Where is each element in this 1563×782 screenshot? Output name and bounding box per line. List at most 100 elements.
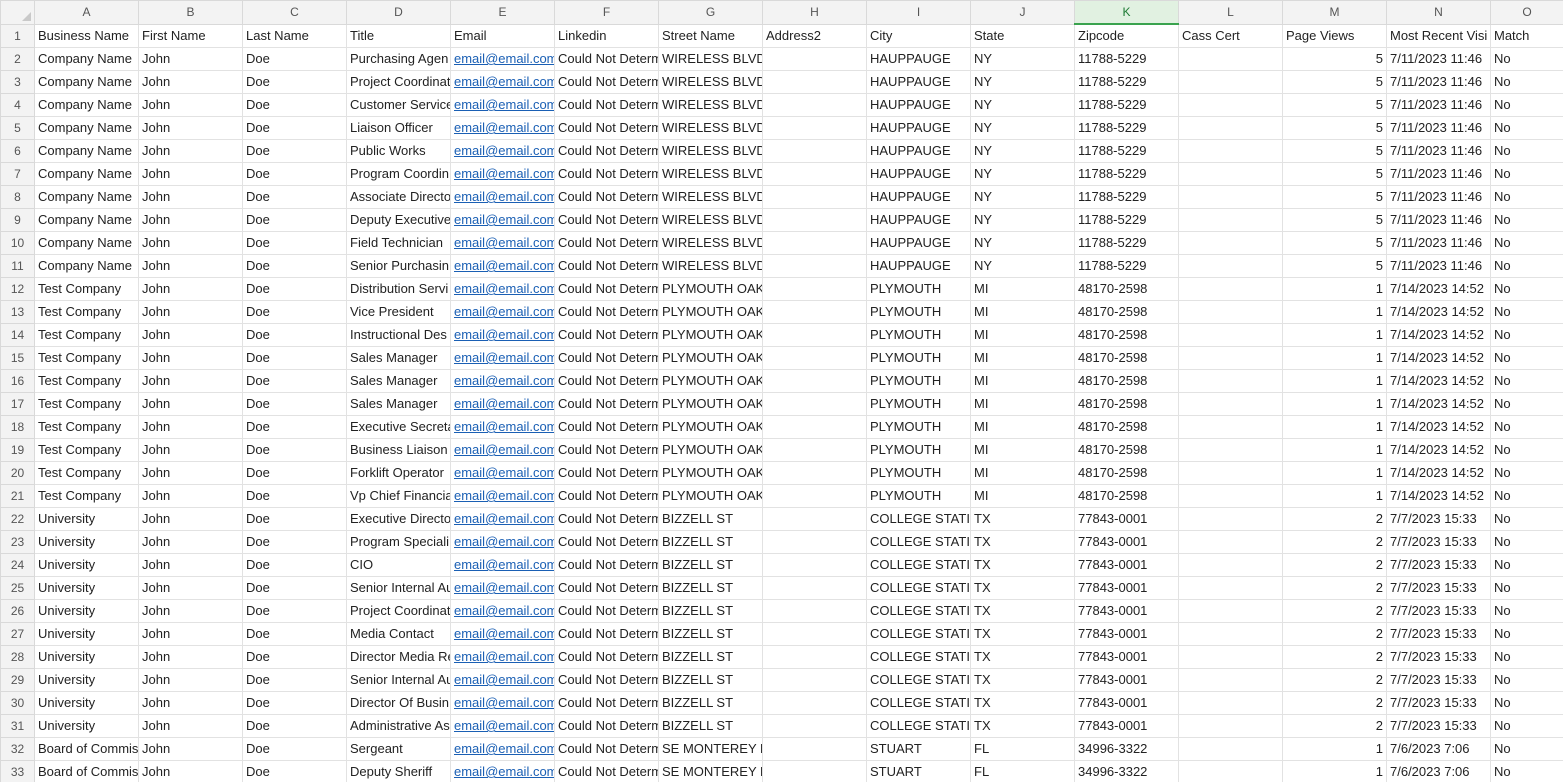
email-link[interactable]: email@email.com <box>454 74 554 89</box>
cell-j[interactable]: MI <box>970 277 1075 301</box>
cell-e[interactable]: email@email.com <box>450 714 555 738</box>
cell-d[interactable]: Purchasing Agen <box>346 47 451 71</box>
cell-i[interactable]: COLLEGE STATIO <box>866 714 971 738</box>
cell-j[interactable]: NY <box>970 231 1075 255</box>
cell-f[interactable]: Linkedin <box>554 23 659 48</box>
cell-f[interactable]: Could Not Determ <box>554 369 659 393</box>
cell-n[interactable]: 7/14/2023 14:52 <box>1386 484 1491 508</box>
cell-h[interactable] <box>762 231 867 255</box>
cell-e[interactable]: Email <box>450 23 555 48</box>
cell-k[interactable]: 77843-0001 <box>1074 507 1179 531</box>
cell-i[interactable]: COLLEGE STATIO <box>866 599 971 623</box>
cell-a[interactable]: Company Name <box>34 185 139 209</box>
cell-g[interactable]: Street Name <box>658 23 763 48</box>
cell-l[interactable] <box>1178 346 1283 370</box>
cell-j[interactable]: NY <box>970 162 1075 186</box>
cell-d[interactable]: Customer Service <box>346 93 451 117</box>
cell-b[interactable]: John <box>138 162 243 186</box>
cell-b[interactable]: John <box>138 691 243 715</box>
cell-h[interactable] <box>762 507 867 531</box>
cell-k[interactable]: 11788-5229 <box>1074 139 1179 163</box>
cell-k[interactable]: 11788-5229 <box>1074 93 1179 117</box>
cell-h[interactable] <box>762 714 867 738</box>
cell-j[interactable]: MI <box>970 392 1075 416</box>
cell-i[interactable]: COLLEGE STATIO <box>866 507 971 531</box>
cell-l[interactable] <box>1178 576 1283 600</box>
cell-a[interactable]: Company Name <box>34 139 139 163</box>
cell-f[interactable]: Could Not Determ <box>554 530 659 554</box>
cell-n[interactable]: 7/7/2023 15:33 <box>1386 576 1491 600</box>
cell-n[interactable]: 7/14/2023 14:52 <box>1386 461 1491 485</box>
cell-c[interactable]: Doe <box>242 185 347 209</box>
cell-l[interactable] <box>1178 760 1283 782</box>
cell-f[interactable]: Could Not Determ <box>554 760 659 782</box>
cell-c[interactable]: Doe <box>242 93 347 117</box>
cell-g[interactable]: PLYMOUTH OAKS BLVD <box>658 346 763 370</box>
cell-n[interactable]: 7/14/2023 14:52 <box>1386 369 1491 393</box>
cell-m[interactable]: 1 <box>1282 323 1387 347</box>
row-number[interactable]: 28 <box>0 645 35 669</box>
cell-g[interactable]: WIRELESS BLVD <box>658 162 763 186</box>
cell-n[interactable]: 7/7/2023 15:33 <box>1386 622 1491 646</box>
cell-c[interactable]: Doe <box>242 277 347 301</box>
row-number[interactable]: 11 <box>0 254 35 278</box>
cell-b[interactable]: John <box>138 185 243 209</box>
cell-c[interactable]: Doe <box>242 484 347 508</box>
cell-g[interactable]: WIRELESS BLVD <box>658 254 763 278</box>
cell-j[interactable]: NY <box>970 254 1075 278</box>
cell-g[interactable]: WIRELESS BLVD <box>658 231 763 255</box>
email-link[interactable]: email@email.com <box>454 511 554 526</box>
cell-o[interactable]: No <box>1490 484 1563 508</box>
cell-a[interactable]: University <box>34 553 139 577</box>
cell-i[interactable]: PLYMOUTH <box>866 461 971 485</box>
cell-i[interactable]: COLLEGE STATIO <box>866 691 971 715</box>
cell-o[interactable]: No <box>1490 461 1563 485</box>
cell-k[interactable]: 34996-3322 <box>1074 737 1179 761</box>
cell-m[interactable]: 1 <box>1282 392 1387 416</box>
cell-o[interactable]: No <box>1490 116 1563 140</box>
cell-o[interactable]: No <box>1490 162 1563 186</box>
email-link[interactable]: email@email.com <box>454 235 554 250</box>
cell-f[interactable]: Could Not Determ <box>554 346 659 370</box>
email-link[interactable]: email@email.com <box>454 741 554 756</box>
cell-n[interactable]: 7/14/2023 14:52 <box>1386 415 1491 439</box>
select-all-corner[interactable] <box>0 0 35 25</box>
cell-a[interactable]: University <box>34 507 139 531</box>
cell-n[interactable]: 7/14/2023 14:52 <box>1386 323 1491 347</box>
cell-g[interactable]: SE MONTEREY RD <box>658 760 763 782</box>
cell-a[interactable]: Board of Commis <box>34 760 139 782</box>
email-link[interactable]: email@email.com <box>454 143 554 158</box>
cell-i[interactable]: COLLEGE STATIO <box>866 622 971 646</box>
cell-c[interactable]: Doe <box>242 369 347 393</box>
cell-k[interactable]: 77843-0001 <box>1074 714 1179 738</box>
cell-h[interactable] <box>762 530 867 554</box>
cell-d[interactable]: Senior Purchasin <box>346 254 451 278</box>
cell-n[interactable]: 7/11/2023 11:46 <box>1386 116 1491 140</box>
cell-o[interactable]: No <box>1490 576 1563 600</box>
cell-f[interactable]: Could Not Determ <box>554 438 659 462</box>
cell-f[interactable]: Could Not Determ <box>554 622 659 646</box>
cell-l[interactable] <box>1178 47 1283 71</box>
cell-i[interactable]: PLYMOUTH <box>866 346 971 370</box>
cell-b[interactable]: John <box>138 530 243 554</box>
cell-j[interactable]: MI <box>970 415 1075 439</box>
cell-c[interactable]: Doe <box>242 599 347 623</box>
cell-b[interactable]: John <box>138 599 243 623</box>
cell-a[interactable]: University <box>34 668 139 692</box>
cell-b[interactable]: John <box>138 553 243 577</box>
cell-m[interactable]: 2 <box>1282 714 1387 738</box>
cell-l[interactable] <box>1178 622 1283 646</box>
cell-g[interactable]: BIZZELL ST <box>658 622 763 646</box>
cell-l[interactable] <box>1178 323 1283 347</box>
cell-i[interactable]: HAUPPAUGE <box>866 139 971 163</box>
cell-i[interactable]: PLYMOUTH <box>866 438 971 462</box>
cell-n[interactable]: 7/6/2023 7:06 <box>1386 760 1491 782</box>
cell-h[interactable]: Address2 <box>762 23 867 48</box>
cell-f[interactable]: Could Not Determ <box>554 599 659 623</box>
cell-k[interactable]: 48170-2598 <box>1074 277 1179 301</box>
cell-g[interactable]: PLYMOUTH OAKS BLVD <box>658 392 763 416</box>
cell-d[interactable]: Deputy Sheriff <box>346 760 451 782</box>
cell-b[interactable]: John <box>138 47 243 71</box>
cell-d[interactable]: Title <box>346 23 451 48</box>
cell-j[interactable]: NY <box>970 116 1075 140</box>
